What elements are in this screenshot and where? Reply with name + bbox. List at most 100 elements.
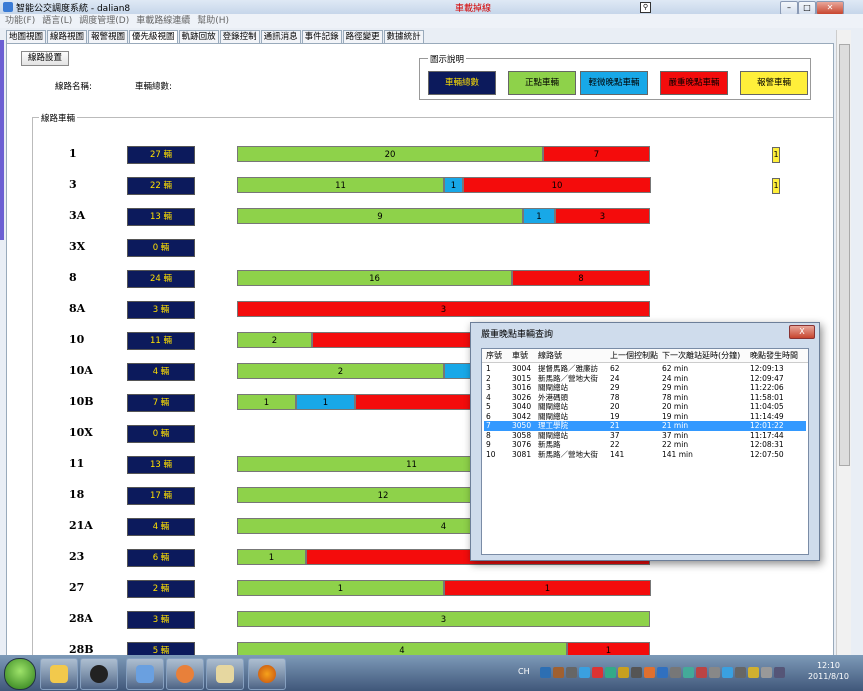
bar-segment-green[interactable]: 16 <box>237 270 512 286</box>
late-vehicle-list[interactable]: 序號 車號 線路號 上一個控制點 下一次離站延時(分鐘) 晚點發生時間 1 3004 提督馬路… <box>481 348 809 555</box>
table-row[interactable]: 3 3016 關閘總站 29 29 min 11:22:06 <box>484 383 806 393</box>
taskbar-firefox[interactable] <box>248 658 286 690</box>
bar-segment-red[interactable]: 7 <box>543 146 650 162</box>
taskbar-qq[interactable] <box>80 658 118 690</box>
dialog-close-button[interactable]: X <box>789 325 815 339</box>
route-status-bar[interactable]: 16 8 <box>237 270 650 286</box>
menu-item[interactable]: 調度管理(D) <box>79 14 129 28</box>
maximize-button[interactable]: □ <box>798 1 816 15</box>
taskbar-paint[interactable] <box>166 658 204 690</box>
bar-segment-green[interactable]: 1 <box>237 549 306 565</box>
clock[interactable]: 12:10 2011/8/10 <box>808 660 849 682</box>
tray-icon[interactable] <box>774 667 785 678</box>
column-header[interactable]: 上一個控制點 <box>610 350 658 361</box>
vertical-scrollbar[interactable] <box>836 30 851 655</box>
bar-segment-green[interactable]: 1 <box>237 394 296 410</box>
tray-icon[interactable] <box>709 667 720 678</box>
tab-0[interactable]: 地圖視圖 <box>6 30 47 43</box>
tray-icon[interactable] <box>722 667 733 678</box>
tray-icon[interactable] <box>748 667 759 678</box>
column-header[interactable]: 車號 <box>512 350 528 361</box>
bar-segment-red[interactable]: 3 <box>555 208 650 224</box>
bar-segment-green[interactable]: 1 <box>237 580 444 596</box>
tray-icon[interactable] <box>670 667 681 678</box>
tab-4[interactable]: 軌跡回放 <box>178 30 219 43</box>
table-row[interactable]: 6 3042 關閘總站 19 19 min 11:14:49 <box>484 412 806 422</box>
alarm-badge[interactable]: 1 <box>772 147 780 163</box>
bar-segment-green[interactable]: 11 <box>237 177 444 193</box>
close-button[interactable]: ✕ <box>816 1 844 15</box>
tray-icon[interactable] <box>553 667 564 678</box>
tab-1[interactable]: 線路視圖 <box>47 30 88 43</box>
route-status-bar[interactable]: 11 <box>237 580 651 596</box>
tray-icon[interactable] <box>735 667 746 678</box>
tray-icon[interactable] <box>761 667 772 678</box>
tray-icon[interactable] <box>696 667 707 678</box>
tab-3[interactable]: 優先級視圖 <box>129 30 178 44</box>
tray-icon[interactable] <box>631 667 642 678</box>
tray-icon[interactable] <box>566 667 577 678</box>
tray-icon[interactable] <box>618 667 629 678</box>
minimize-button[interactable]: – <box>780 1 798 15</box>
route-name: 10X <box>69 426 93 439</box>
column-header[interactable]: 線路號 <box>538 350 562 361</box>
tray-icon[interactable] <box>540 667 551 678</box>
table-row[interactable]: 2 3015 新馬路／營地大街 24 24 min 12:09:47 <box>484 374 806 384</box>
tray-icon[interactable] <box>605 667 616 678</box>
route-status-bar[interactable]: 913 <box>237 208 650 224</box>
tray-icon[interactable] <box>644 667 655 678</box>
route-status-bar[interactable]: 11 1 10 <box>237 177 651 193</box>
bar-segment-green[interactable]: 9 <box>237 208 523 224</box>
bar-segment-red[interactable]: 8 <box>512 270 650 286</box>
tab-6[interactable]: 通訊消息 <box>260 30 301 43</box>
menu-item[interactable]: 車載路線連續 <box>136 14 190 28</box>
table-cell: 提督馬路／雅廉訪 <box>538 364 598 373</box>
scrollbar-thumb[interactable] <box>839 44 850 466</box>
bar-segment-blue[interactable]: 1 <box>444 177 463 193</box>
bar-segment-green[interactable]: 2 <box>237 363 444 379</box>
taskbar-editor[interactable] <box>126 658 164 690</box>
tray-icon[interactable] <box>683 667 694 678</box>
table-row[interactable]: 7 3050 理工學院 21 21 min 12:01:22 <box>484 421 806 431</box>
search-icon[interactable]: ⚲ <box>640 2 651 13</box>
bar-segment-blue[interactable]: 1 <box>296 394 355 410</box>
menu-item[interactable]: 語言(L) <box>42 14 72 28</box>
route-status-bar[interactable]: 3 <box>237 611 650 627</box>
tray-icon[interactable] <box>657 667 668 678</box>
group-title: 線路車輛 <box>39 112 78 124</box>
table-row[interactable]: 9 3076 新馬路 22 22 min 12:08:31 <box>484 440 806 450</box>
bar-segment-green[interactable]: 2 <box>237 332 312 348</box>
bar-segment-green[interactable]: 3 <box>237 611 650 627</box>
tab-7[interactable]: 事件記錄 <box>301 30 342 43</box>
alarm-badge[interactable]: 1 <box>772 178 780 194</box>
bar-segment-red[interactable]: 3 <box>237 301 650 317</box>
tab-2[interactable]: 報警視圖 <box>88 30 129 43</box>
table-row[interactable]: 10 3081 新馬路／營地大街 141 141 min 12:07:50 <box>484 450 806 460</box>
bar-segment-green[interactable]: 20 <box>237 146 543 162</box>
table-row[interactable]: 8 3058 關閘總站 37 37 min 11:17:44 <box>484 431 806 441</box>
tray-icon[interactable] <box>579 667 590 678</box>
tab-8[interactable]: 路徑變更 <box>342 30 383 43</box>
route-status-bar[interactable]: 3 <box>237 301 650 317</box>
column-header[interactable]: 序號 <box>486 350 502 361</box>
route-status-bar[interactable]: 20 7 <box>237 146 650 162</box>
bar-segment-blue[interactable]: 1 <box>523 208 555 224</box>
column-header[interactable]: 下一次離站延時(分鐘) <box>662 350 740 361</box>
bar-segment-red[interactable]: 1 <box>444 580 651 596</box>
app-icon <box>3 2 13 12</box>
tab-9[interactable]: 數據統計 <box>383 30 424 43</box>
tab-5[interactable]: 登錄控制 <box>219 30 260 43</box>
column-header[interactable]: 晚點發生時間 <box>750 350 798 361</box>
table-row[interactable]: 4 3026 外港碼頭 78 78 min 11:58:01 <box>484 393 806 403</box>
route-settings-button[interactable]: 線路設置 <box>21 51 69 66</box>
bar-segment-red[interactable]: 10 <box>463 177 651 193</box>
tray-icon[interactable] <box>592 667 603 678</box>
taskbar-app[interactable] <box>206 658 244 690</box>
language-indicator[interactable]: CH <box>518 667 530 676</box>
menu-item[interactable]: 功能(F) <box>5 14 35 28</box>
menu-item[interactable]: 幫助(H) <box>197 14 229 28</box>
start-button[interactable] <box>4 658 36 690</box>
table-row[interactable]: 5 3040 關閘總站 20 20 min 11:04:05 <box>484 402 806 412</box>
taskbar-explorer[interactable] <box>40 658 78 690</box>
table-row[interactable]: 1 3004 提督馬路／雅廉訪 62 62 min 12:09:13 <box>484 364 806 374</box>
